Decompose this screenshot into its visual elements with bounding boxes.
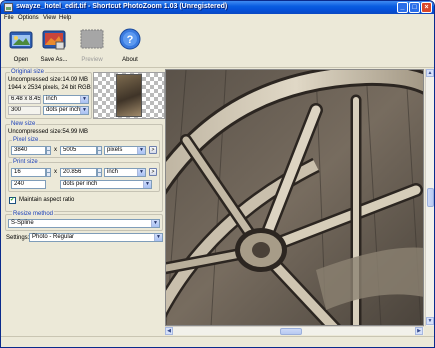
horizontal-scrollbar[interactable]: ◀ ▶ — [165, 326, 424, 335]
pixel-size-legend: Pixel size — [12, 137, 40, 143]
print-more-button[interactable]: > — [149, 168, 157, 176]
original-res-unit-select[interactable]: dots per inch ▼ — [43, 106, 89, 115]
print-unit-select[interactable]: inch ▼ — [104, 168, 146, 177]
chevron-down-icon: ▼ — [80, 107, 88, 114]
about-button[interactable]: ? About — [115, 26, 145, 66]
about-label: About — [122, 57, 138, 63]
pixel-unit-value: pixels — [107, 147, 123, 153]
original-res-unit-value: dots per inch — [46, 107, 81, 113]
original-size-legend: Original size — [10, 69, 46, 75]
menu-help[interactable]: Help — [59, 15, 71, 21]
preview-button[interactable]: Preview — [77, 26, 107, 66]
print-size-legend: Print size — [12, 159, 39, 165]
minimize-button[interactable]: _ — [397, 2, 408, 13]
new-size-group: New size Uncompressed size:54.99 MB Pixe… — [5, 121, 163, 212]
status-bar — [1, 336, 434, 347]
preview-icon — [80, 29, 104, 49]
print-unit-value: inch — [107, 169, 119, 175]
original-dimensions-field: 6.48 x 8.45 — [8, 95, 41, 104]
menu-options[interactable]: Options — [18, 15, 39, 21]
print-size-group: Print size 16 x 20.856 inch ▼ > 240 dots… — [8, 159, 160, 192]
maintain-aspect-checkbox[interactable]: ✓ — [9, 197, 16, 204]
wagon-wheel-photo — [166, 70, 423, 325]
resize-method-group: Resize method S-Spline ▼ — [5, 211, 163, 231]
settings-select[interactable]: Photo - Regular ▼ — [29, 233, 163, 242]
help-question-icon: ? — [119, 28, 141, 50]
original-pixels: 1944 x 2534 pixels, 24 bit RGB — [8, 85, 91, 91]
scroll-up-icon[interactable]: ▲ — [426, 69, 434, 77]
pixel-x-separator: x — [54, 147, 57, 153]
title-bar[interactable]: swayze_hotel_edit.tif - Shortcut PhotoZo… — [1, 1, 434, 14]
original-unit-value: inch — [46, 96, 58, 102]
svg-text:?: ? — [127, 34, 134, 46]
original-unit-select[interactable]: inch ▼ — [43, 95, 89, 104]
chevron-down-icon: ▼ — [137, 169, 145, 176]
pixel-height-input[interactable]: 5005 — [60, 146, 97, 155]
resize-method-value: S-Spline — [11, 220, 34, 226]
resize-method-legend: Resize method — [12, 211, 55, 217]
new-size-legend: New size — [10, 121, 37, 127]
settings-label: Settings: — [6, 235, 30, 241]
scroll-down-icon[interactable]: ▼ — [426, 317, 434, 325]
scroll-left-icon[interactable]: ◀ — [165, 327, 173, 335]
original-resolution-field: 300 — [8, 106, 41, 115]
original-size-group: Original size Uncompressed size:14.09 MB… — [5, 69, 92, 119]
horizontal-scroll-thumb[interactable] — [280, 328, 302, 335]
resize-method-select[interactable]: S-Spline ▼ — [8, 219, 160, 228]
app-window: swayze_hotel_edit.tif - Shortcut PhotoZo… — [0, 0, 435, 348]
original-uncompressed: Uncompressed size:14.09 MB — [8, 77, 89, 83]
menu-bar: File Options View Help — [1, 14, 434, 24]
vertical-scroll-thumb[interactable] — [427, 188, 434, 207]
app-icon — [4, 3, 13, 12]
chevron-down-icon: ▼ — [154, 234, 162, 241]
original-thumbnail — [93, 72, 165, 119]
maintain-aspect-label: Maintain aspect ratio — [19, 197, 75, 203]
window-title: swayze_hotel_edit.tif - Shortcut PhotoZo… — [16, 3, 228, 10]
pixel-unit-select[interactable]: pixels ▼ — [104, 146, 146, 155]
pixel-width-input[interactable]: 3840 — [11, 146, 46, 155]
open-button[interactable]: Open — [6, 26, 36, 66]
print-height-input[interactable]: 20.856 — [60, 168, 97, 177]
menu-view[interactable]: View — [43, 15, 56, 21]
pixel-height-spinner[interactable] — [97, 146, 102, 155]
resolution-unit-select[interactable]: dots per inch ▼ — [60, 180, 152, 189]
print-width-spinner[interactable] — [46, 168, 51, 177]
preview-label: Preview — [81, 57, 103, 63]
new-uncompressed: Uncompressed size:54.99 MB — [8, 129, 89, 135]
thumbnail-image — [116, 74, 142, 117]
pixel-more-button[interactable]: > — [149, 146, 157, 154]
image-preview[interactable] — [165, 69, 424, 326]
pixel-size-group: Pixel size 3840 x 5005 pixels ▼ > — [8, 137, 160, 158]
save-as-label: Save As... — [40, 57, 68, 63]
resolution-unit-value: dots per inch — [63, 181, 98, 187]
print-height-spinner[interactable] — [97, 168, 102, 177]
toolbar: Open Save As... Preview ? About — [1, 24, 434, 68]
open-folder-icon — [9, 31, 33, 49]
resolution-input[interactable]: 240 — [11, 180, 46, 189]
chevron-down-icon: ▼ — [80, 96, 88, 103]
close-button[interactable]: × — [421, 2, 432, 13]
save-as-button[interactable]: Save As... — [39, 26, 69, 66]
chevron-down-icon: ▼ — [151, 220, 159, 227]
print-x-separator: x — [54, 169, 57, 175]
vertical-scrollbar[interactable]: ▲ ▼ — [425, 69, 434, 326]
chevron-down-icon: ▼ — [143, 181, 151, 188]
pixel-width-spinner[interactable] — [46, 146, 51, 155]
print-width-input[interactable]: 16 — [11, 168, 46, 177]
settings-panel: Original size Uncompressed size:14.09 MB… — [3, 69, 165, 347]
menu-file[interactable]: File — [4, 15, 14, 21]
scroll-right-icon[interactable]: ▶ — [415, 327, 423, 335]
chevron-down-icon: ▼ — [137, 147, 145, 154]
settings-value: Photo - Regular — [32, 234, 75, 240]
save-image-icon — [42, 30, 66, 50]
maximize-button[interactable]: □ — [409, 2, 420, 13]
